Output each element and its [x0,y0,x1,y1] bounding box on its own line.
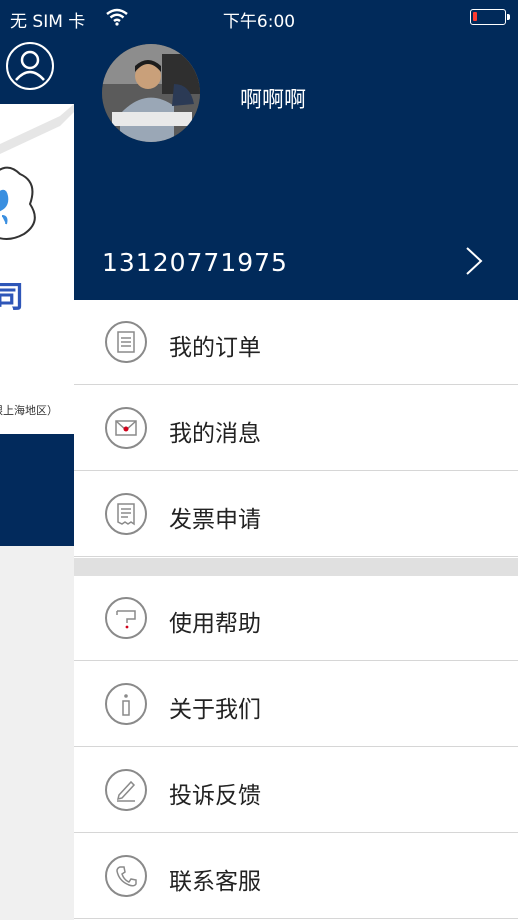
menu-item-help[interactable]: 使用帮助 [74,576,518,661]
menu-item-feedback[interactable]: 投诉反馈 [74,748,518,833]
status-bar: 无 SIM 卡 下午6:00 [0,0,518,36]
cloud-logo-icon [0,104,74,240]
menu-label-orders: 我的订单 [169,335,261,361]
background-banner: 司 限上海地区） [0,104,74,434]
help-icon [105,597,147,639]
avatar[interactable] [102,44,200,142]
profile-header[interactable]: 啊啊啊 13120771975 [74,0,518,300]
side-drawer: 啊啊啊 13120771975 我的订单 我的消息 发票申请 使用帮助 关于我们… [74,0,518,920]
user-icon[interactable] [6,42,54,90]
invoice-icon [105,493,147,535]
phone-number: 13120771975 [102,248,288,277]
battery-icon [470,9,510,25]
menu-item-orders[interactable]: 我的订单 [74,300,518,385]
status-time: 下午6:00 [222,12,296,32]
menu-label-messages: 我的消息 [169,421,261,447]
menu-item-messages[interactable]: 我的消息 [74,386,518,471]
menu-label-feedback: 投诉反馈 [169,783,261,809]
section-divider [74,558,518,576]
menu-item-invoice[interactable]: 发票申请 [74,472,518,557]
phone-icon [105,855,147,897]
menu-label-customer-service: 联系客服 [169,869,261,895]
menu-item-customer-service[interactable]: 联系客服 [74,834,518,919]
menu-item-about[interactable]: 关于我们 [74,662,518,747]
background-page[interactable]: 司 限上海地区） [0,0,74,920]
company-name-text: 司 [0,280,24,315]
chevron-right-icon[interactable] [464,246,484,280]
username: 啊啊啊 [240,88,307,113]
region-note-text: 限上海地区） [0,404,58,417]
menu-label-about: 关于我们 [169,697,261,723]
order-icon [105,321,147,363]
menu-label-invoice: 发票申请 [169,507,261,533]
info-icon [105,683,147,725]
message-icon [105,407,147,449]
background-dark-panel [0,434,74,546]
feedback-icon [105,769,147,811]
menu-label-help: 使用帮助 [169,611,261,637]
